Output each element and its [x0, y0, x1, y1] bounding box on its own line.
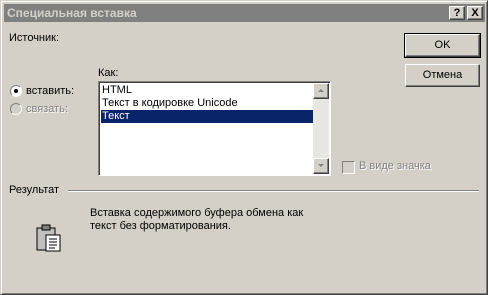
clipboard-icon	[36, 224, 61, 252]
arrow-up-icon	[318, 89, 324, 92]
list-item-unicode-text[interactable]: Текст в кодировке Unicode	[101, 97, 316, 110]
arrow-down-icon	[318, 164, 324, 167]
link-radio-label: связать:	[26, 103, 68, 115]
close-button[interactable]: X	[467, 6, 483, 20]
listbox-scrollbar[interactable]	[313, 83, 329, 174]
display-as-icon-checkbox	[342, 161, 355, 174]
ok-button[interactable]: OK	[404, 33, 481, 58]
source-label: Источник:	[9, 32, 60, 44]
result-group-line	[68, 190, 479, 192]
paste-radio[interactable]	[10, 85, 22, 97]
list-item-text[interactable]: Текст	[101, 110, 316, 123]
display-as-icon-label: В виде значка	[359, 160, 431, 172]
link-radio	[10, 103, 22, 115]
help-button[interactable]: ?	[449, 6, 465, 20]
cancel-button[interactable]: Отмена	[405, 64, 480, 87]
radio-selected-dot	[14, 89, 18, 93]
scroll-down-button[interactable]	[313, 158, 329, 174]
result-label: Результат	[9, 184, 60, 196]
list-item-html[interactable]: HTML	[101, 84, 316, 97]
result-description-line2: текст без форматирования.	[90, 220, 231, 232]
as-label: Как:	[98, 67, 119, 79]
paste-radio-label[interactable]: вставить:	[26, 85, 74, 97]
paste-special-dialog: Специальная вставка ? X Источник: OK Отм…	[0, 0, 488, 295]
scroll-up-button[interactable]	[313, 83, 329, 99]
window-title: Специальная вставка	[7, 6, 137, 20]
title-bar: Специальная вставка ? X	[4, 4, 485, 22]
format-listbox[interactable]: HTML Текст в кодировке Unicode Текст	[98, 81, 331, 176]
result-description-line1: Вставка содержимого буфера обмена как	[90, 207, 304, 219]
